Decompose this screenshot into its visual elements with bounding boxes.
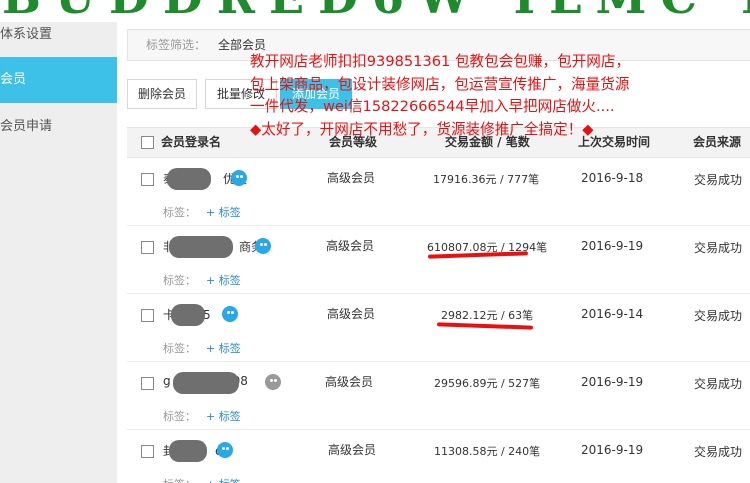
member-source: 交易成功 — [694, 445, 743, 459]
row-checkbox[interactable] — [141, 173, 154, 186]
trade-amount: 17916.36元 / 777笔 — [433, 173, 540, 186]
last-trade-date: 2016-9-18 — [581, 171, 644, 185]
last-trade-date: 2016-9-19 — [581, 375, 644, 389]
row-checkbox[interactable] — [141, 309, 154, 322]
add-tag-link[interactable]: + 标签 — [206, 478, 241, 483]
tag-area: 标签：+ 标签 — [163, 206, 241, 219]
member-source: 交易成功 — [694, 309, 743, 323]
redacted-name-blur — [169, 440, 207, 462]
ad-line-3: 一件代发，wei信15822666544早加入早把网店做火.... — [250, 98, 615, 115]
overlay-ad-text: 教开网店老师扣扣939851361 包教包会包赚，包开网店， 包上架商品，包设计… — [250, 51, 750, 141]
member-level: 高级会员 — [328, 443, 377, 457]
member-level: 高级会员 — [327, 171, 376, 185]
tag-area: 标签：+ 标签 — [163, 410, 241, 423]
trade-amount: 2982.12元 / 63笔 — [441, 309, 534, 322]
sidebar: 体系设置 会员 会员申请 — [0, 22, 117, 483]
ad-line-2: 包上架商品，包设计装修网店，包运营宣传推广，海量货源 — [250, 75, 630, 93]
member-source: 交易成功 — [694, 377, 743, 391]
tag-filter-label: 标签筛选： — [146, 38, 207, 52]
member-source: 交易成功 — [694, 173, 743, 187]
chat-icon[interactable] — [255, 238, 271, 254]
add-tag-link[interactable]: + 标签 — [206, 410, 241, 423]
member-level: 高级会员 — [326, 239, 375, 253]
chat-icon[interactable] — [222, 306, 238, 322]
sidebar-item-system-settings[interactable]: 体系设置 — [0, 12, 117, 58]
table-row: 封er 高级会员 11308.58元 / 240笔 2016-9-19 交易成功… — [127, 430, 750, 483]
select-all-checkbox[interactable] — [141, 136, 154, 149]
chat-icon[interactable] — [217, 442, 233, 458]
redacted-name-blur — [169, 236, 233, 258]
row-checkbox[interactable] — [141, 241, 154, 254]
add-tag-link[interactable]: + 标签 — [206, 342, 241, 355]
trade-amount: 11308.58元 / 240笔 — [434, 445, 541, 458]
redacted-name-blur — [167, 168, 211, 190]
table-row: 泰优发 高级会员 17916.36元 / 777笔 2016-9-18 交易成功… — [127, 158, 750, 226]
chat-icon[interactable] — [231, 170, 247, 186]
tag-area: 标签：+ 标签 — [163, 274, 241, 287]
row-checkbox[interactable] — [141, 377, 154, 390]
chat-icon[interactable] — [265, 374, 281, 390]
trade-amount: 29596.89元 / 527笔 — [434, 377, 541, 390]
member-source: 交易成功 — [694, 241, 743, 255]
last-trade-date: 2016-9-19 — [581, 239, 644, 253]
redacted-name-blur — [173, 372, 239, 394]
last-trade-date: 2016-9-19 — [581, 443, 644, 457]
tag-area: 标签：+ 标签 — [163, 476, 241, 483]
delete-member-button[interactable]: 删除会员 — [127, 79, 197, 109]
table-row: 卡5 高级会员 2982.12元 / 63笔 2016-9-14 交易成功 标签… — [127, 294, 750, 362]
sidebar-item-members[interactable]: 会员 — [0, 57, 117, 103]
table-row: 非商务 高级会员 610807.08元 / 1294笔 2016-9-19 交易… — [127, 226, 750, 294]
add-tag-link[interactable]: + 标签 — [206, 206, 241, 219]
ad-line-4: ◆太好了，开网店不用愁了，货源装修推广全搞定！◆ — [250, 120, 594, 138]
ad-line-1: 教开网店老师扣扣939851361 包教包会包赚，包开网店， — [250, 53, 631, 70]
add-tag-link[interactable]: + 标签 — [206, 274, 241, 287]
last-trade-date: 2016-9-14 — [581, 307, 644, 321]
redacted-name-blur — [171, 304, 205, 326]
sidebar-item-member-applications[interactable]: 会员申请 — [0, 104, 117, 150]
tag-area: 标签：+ 标签 — [163, 342, 241, 355]
header-member-login: 会员登录名 — [161, 135, 222, 149]
table-row: g 08 高级会员 29596.89元 / 527笔 2016-9-19 交易成功… — [127, 362, 750, 430]
member-level: 高级会员 — [327, 307, 376, 321]
row-checkbox[interactable] — [141, 445, 154, 458]
app-root: BUDDRED6W ILMC IFEIBRIUIUN 体系设置 会员 会员申请 … — [0, 0, 750, 483]
member-level: 高级会员 — [325, 375, 374, 389]
